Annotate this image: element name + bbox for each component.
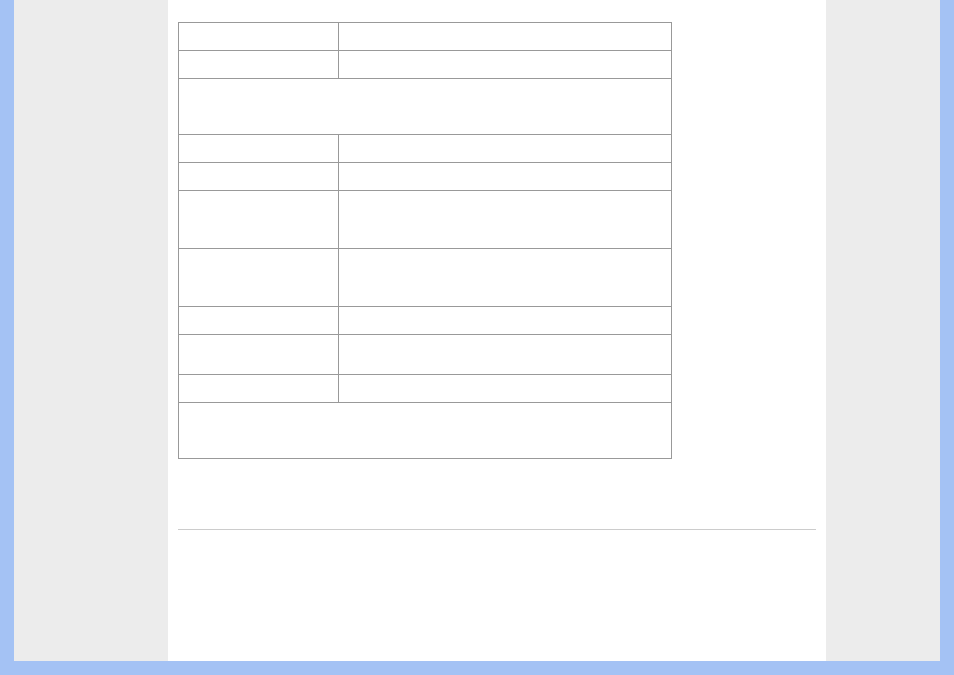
table-row	[179, 191, 672, 249]
table-cell-label	[179, 335, 339, 375]
table-cell-value	[339, 51, 672, 79]
table-row	[179, 163, 672, 191]
page-frame	[0, 0, 954, 675]
table-cell-label	[179, 163, 339, 191]
table-cell-span	[179, 79, 672, 135]
table-row	[179, 135, 672, 163]
table-row	[179, 335, 672, 375]
table-cell-label	[179, 51, 339, 79]
details-table	[178, 22, 672, 459]
table-cell-label	[179, 375, 339, 403]
table-row	[179, 51, 672, 79]
table-cell-label	[179, 249, 339, 307]
table-cell-value	[339, 307, 672, 335]
table-cell-value	[339, 135, 672, 163]
table-row	[179, 79, 672, 135]
table-row	[179, 249, 672, 307]
divider	[178, 529, 816, 530]
table-cell-value	[339, 249, 672, 307]
right-sidebar	[826, 0, 940, 661]
table-row	[179, 23, 672, 51]
main-content	[168, 0, 826, 661]
table-cell-value	[339, 375, 672, 403]
table-cell-value	[339, 335, 672, 375]
table-cell-label	[179, 191, 339, 249]
table-cell-span	[179, 403, 672, 459]
left-sidebar	[14, 0, 168, 661]
table-cell-value	[339, 191, 672, 249]
table-cell-label	[179, 135, 339, 163]
table-row	[179, 307, 672, 335]
table-cell-value	[339, 163, 672, 191]
table-row	[179, 375, 672, 403]
table-cell-label	[179, 23, 339, 51]
table-row	[179, 403, 672, 459]
page-body	[14, 0, 940, 661]
table-cell-value	[339, 23, 672, 51]
table-cell-label	[179, 307, 339, 335]
